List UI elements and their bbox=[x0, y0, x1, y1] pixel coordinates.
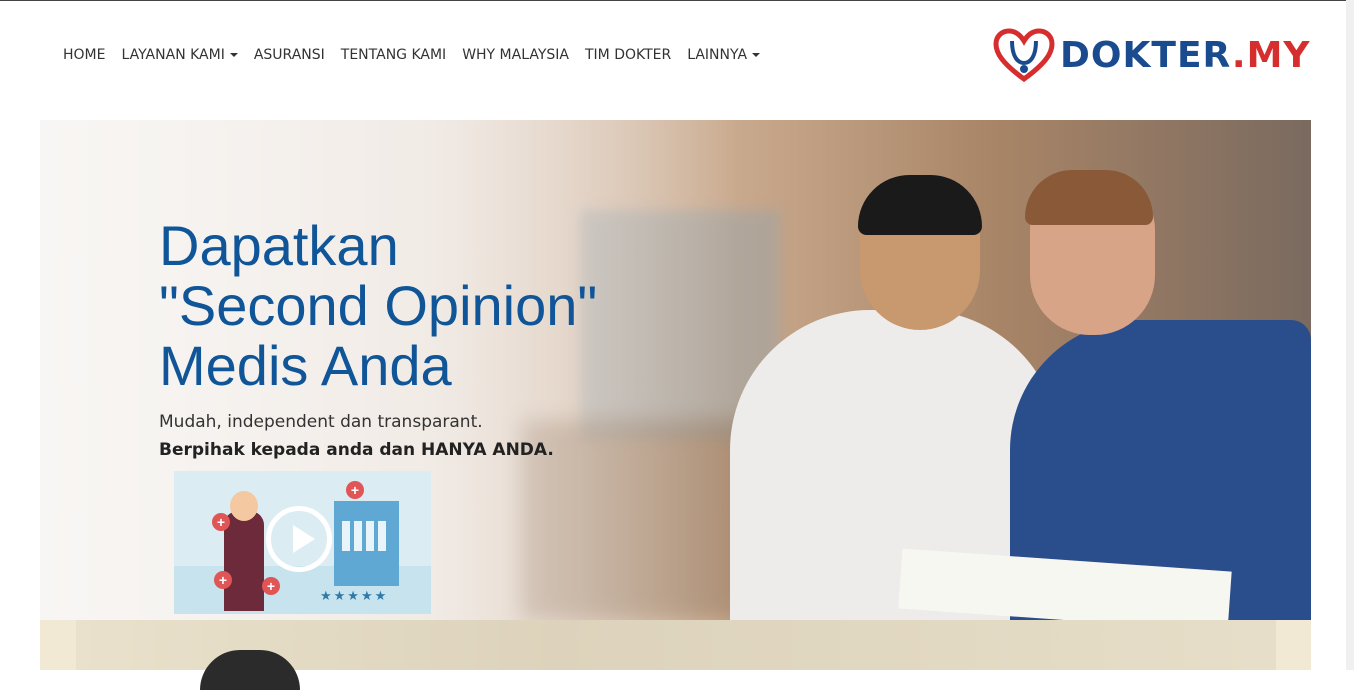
nav-item-lainnya[interactable]: LAINNYA bbox=[679, 47, 768, 63]
rating-stars: ★★★★★ bbox=[320, 588, 389, 603]
hero-title-line: Medis Anda bbox=[159, 334, 452, 397]
navbar: HOME LAYANAN KAMI ASURANSI TENTANG KAMI … bbox=[0, 1, 1354, 120]
caret-down-icon bbox=[752, 53, 761, 57]
nav-item-why-malaysia[interactable]: WHY MALAYSIA bbox=[454, 47, 577, 63]
nav-item-label: WHY MALAYSIA bbox=[462, 47, 569, 63]
main-menu: HOME LAYANAN KAMI ASURANSI TENTANG KAMI … bbox=[55, 47, 768, 63]
nav-item-home[interactable]: HOME bbox=[55, 47, 113, 63]
hero-title: Dapatkan "Second Opinion" Medis Anda bbox=[159, 216, 699, 396]
logo-text-part2: .MY bbox=[1231, 34, 1311, 76]
nav-item-layanan-kami[interactable]: LAYANAN KAMI bbox=[113, 47, 245, 63]
illustration-hospital-windows bbox=[342, 521, 390, 551]
nav-item-label: LAINNYA bbox=[687, 47, 748, 63]
nav-item-label: ASURANSI bbox=[253, 47, 325, 63]
hero-banner: Dapatkan "Second Opinion" Medis Anda Mud… bbox=[40, 120, 1311, 620]
nav-item-tentang-kami[interactable]: TENTANG KAMI bbox=[333, 47, 454, 63]
hero-title-line: Dapatkan bbox=[159, 214, 399, 277]
nav-item-label: LAYANAN KAMI bbox=[121, 47, 225, 63]
medical-plus-icon: + bbox=[346, 481, 364, 499]
medical-plus-icon: + bbox=[262, 577, 280, 595]
nav-item-label: TIM DOKTER bbox=[584, 47, 672, 63]
nav-item-label: HOME bbox=[63, 47, 106, 63]
doctor-hair bbox=[858, 175, 982, 235]
play-triangle bbox=[293, 525, 315, 553]
logo-text-part1: DOKTER bbox=[1060, 34, 1232, 76]
heart-stethoscope-icon bbox=[993, 28, 1055, 83]
nav-item-tim-dokter[interactable]: TIM DOKTER bbox=[577, 47, 679, 63]
nav-item-label: TENTANG KAMI bbox=[340, 47, 447, 63]
hero-subtitle: Mudah, independent dan transparant. bbox=[159, 412, 483, 432]
caret-down-icon bbox=[229, 53, 238, 57]
illustration-face bbox=[230, 491, 258, 521]
medical-plus-icon: + bbox=[212, 513, 230, 531]
doctor-hair bbox=[1025, 170, 1153, 225]
nav-item-asuransi[interactable]: ASURANSI bbox=[246, 47, 333, 63]
site-logo[interactable]: DOKTER.MY bbox=[992, 27, 1311, 83]
video-thumbnail[interactable]: + + + + ★★★★★ bbox=[174, 471, 431, 614]
scrollbar[interactable] bbox=[1346, 0, 1354, 670]
logo-text: DOKTER.MY bbox=[1060, 35, 1311, 76]
medical-plus-icon: + bbox=[214, 571, 232, 589]
illustration-person bbox=[224, 511, 264, 611]
hero-title-line: "Second Opinion" bbox=[159, 274, 598, 337]
hero-subtitle-bold: Berpihak kepada anda dan HANYA ANDA. bbox=[159, 440, 554, 460]
play-icon[interactable] bbox=[266, 506, 332, 572]
